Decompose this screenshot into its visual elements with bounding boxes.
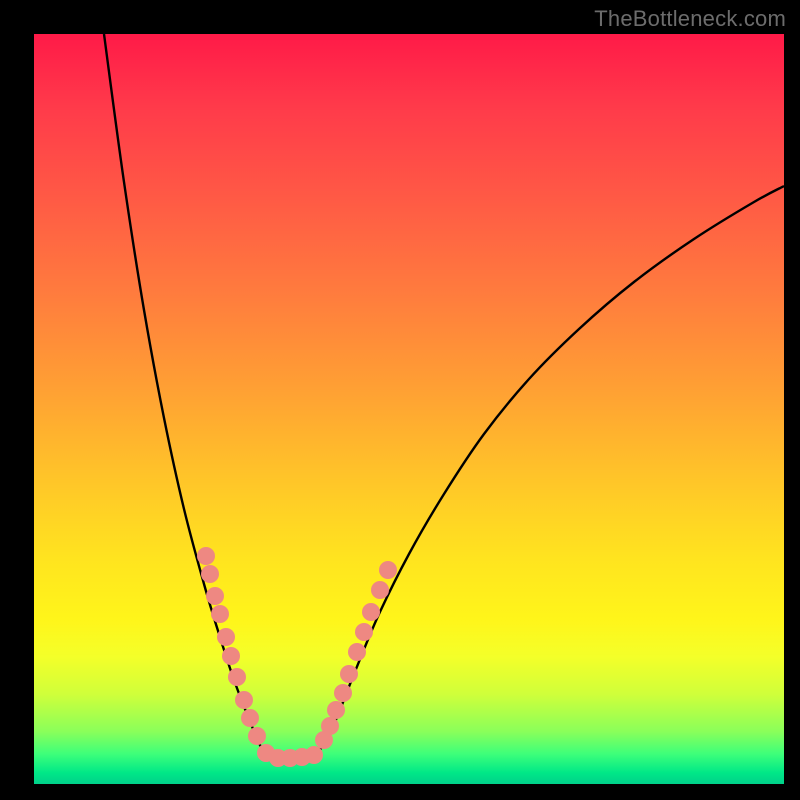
chart-plot-area (34, 34, 784, 784)
data-point (211, 605, 229, 623)
data-point (201, 565, 219, 583)
data-point (321, 717, 339, 735)
data-point-group (197, 547, 397, 767)
chart-frame: TheBottleneck.com (0, 0, 800, 800)
watermark-text: TheBottleneck.com (594, 6, 786, 32)
data-point (327, 701, 345, 719)
data-point (371, 581, 389, 599)
data-point (334, 684, 352, 702)
data-point (340, 665, 358, 683)
data-point (235, 691, 253, 709)
chart-svg (34, 34, 784, 784)
data-point (248, 727, 266, 745)
data-point (241, 709, 259, 727)
data-point (206, 587, 224, 605)
bottleneck-curve (104, 34, 784, 759)
data-point (222, 647, 240, 665)
data-point (305, 746, 323, 764)
data-point (228, 668, 246, 686)
data-point (379, 561, 397, 579)
data-point (197, 547, 215, 565)
data-point (362, 603, 380, 621)
data-point (348, 643, 366, 661)
data-point (217, 628, 235, 646)
data-point (355, 623, 373, 641)
